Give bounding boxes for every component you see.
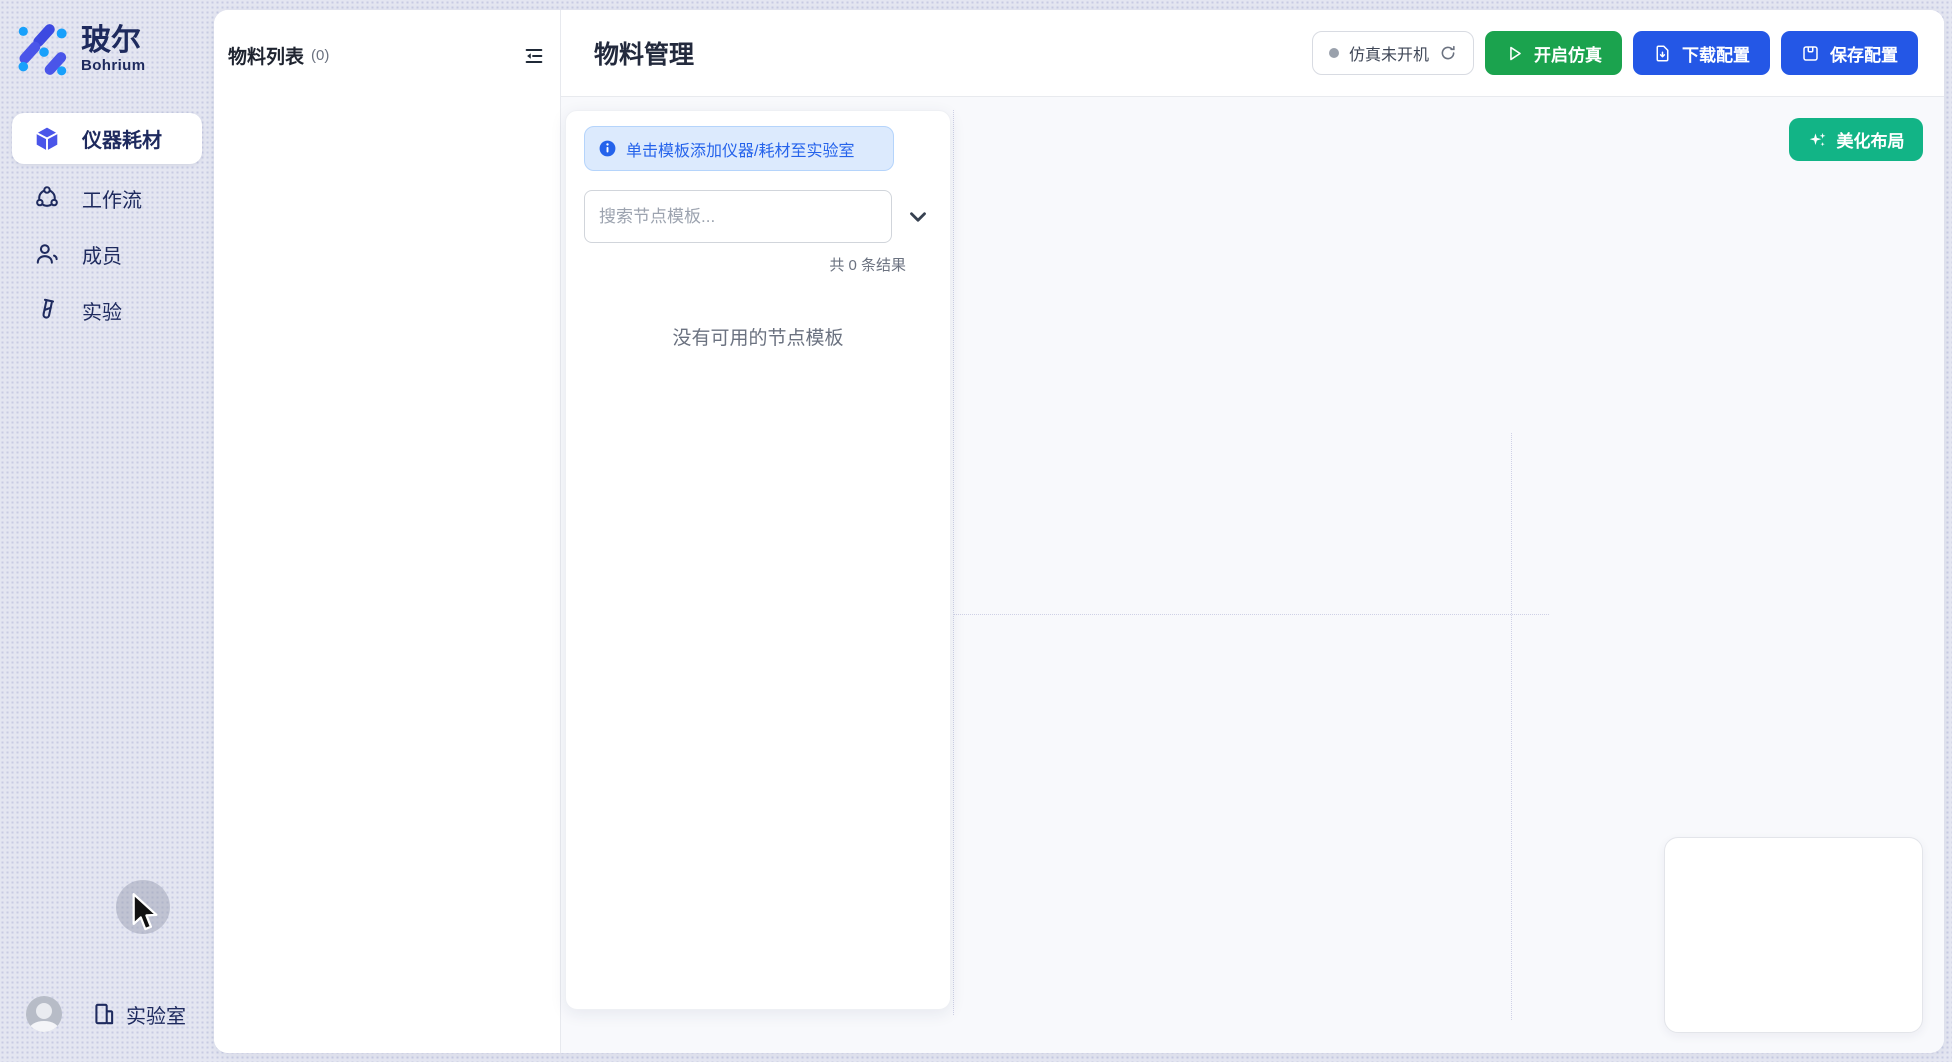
experiment-icon <box>32 295 63 326</box>
chevron-down-icon[interactable] <box>905 204 931 230</box>
simulation-status-label: 仿真未开机 <box>1349 41 1429 65</box>
info-icon <box>598 139 617 158</box>
workflow-canvas: 单击模板添加仪器/耗材至实验室 共 0 条结果 没有可用的节点模板 <box>561 97 1944 1053</box>
brand-logo: 玻尔 Bohrium <box>0 0 214 77</box>
sidebar-nav: 仪器耗材 工作流 成员 <box>0 113 214 332</box>
mouse-cursor <box>128 892 162 936</box>
save-config-label: 保存配置 <box>1830 41 1898 66</box>
sidebar-item-experiments[interactable]: 实验 <box>12 288 202 332</box>
material-list-count: (0) <box>311 47 329 64</box>
template-search-row <box>584 190 932 243</box>
sidebar: 玻尔 Bohrium 仪器耗材 工作流 <box>0 0 214 1062</box>
content-header: 物料管理 仿真未开机 开启仿真 <box>561 10 1944 97</box>
start-simulation-button[interactable]: 开启仿真 <box>1485 31 1622 75</box>
result-count: 共 0 条结果 <box>584 254 906 275</box>
file-download-icon <box>1653 44 1672 63</box>
members-icon <box>34 241 60 267</box>
simulation-status-pill[interactable]: 仿真未开机 <box>1312 31 1474 75</box>
sidebar-item-label: 工作流 <box>82 184 142 213</box>
page: 玻尔 Bohrium 仪器耗材 工作流 <box>0 0 1952 1062</box>
sidebar-item-workflow[interactable]: 工作流 <box>12 176 202 220</box>
save-icon <box>1801 44 1820 63</box>
material-list-title: 物料列表 <box>228 42 304 69</box>
page-title: 物料管理 <box>594 35 694 71</box>
cube-icon <box>34 126 60 152</box>
refresh-icon[interactable] <box>1439 44 1457 62</box>
content-area: 物料管理 仿真未开机 开启仿真 <box>561 10 1944 1053</box>
empty-state-text: 没有可用的节点模板 <box>584 323 932 350</box>
sidebar-item-label: 仪器耗材 <box>82 124 162 153</box>
download-config-label: 下载配置 <box>1682 41 1750 66</box>
template-search-input[interactable] <box>584 190 892 243</box>
canvas-guide-vertical-left <box>953 110 954 1015</box>
canvas-guide-vertical-right <box>1511 433 1512 1020</box>
sidebar-item-instruments[interactable]: 仪器耗材 <box>12 113 202 164</box>
bohrium-logo-icon <box>15 21 71 77</box>
node-template-panel: 单击模板添加仪器/耗材至实验室 共 0 条结果 没有可用的节点模板 <box>565 110 951 1010</box>
brand-name-zh: 玻尔 <box>81 24 145 57</box>
play-icon <box>1505 44 1524 63</box>
collapse-panel-icon[interactable] <box>523 45 545 67</box>
main-card: 物料列表 (0) 物料管理 仿真未开机 <box>214 10 1944 1053</box>
sidebar-item-members[interactable]: 成员 <box>12 232 202 276</box>
canvas-guide-horizontal <box>953 614 1549 615</box>
minimap[interactable] <box>1664 837 1923 1033</box>
lab-switcher[interactable]: 实验室 <box>91 1000 186 1029</box>
beautify-layout-button[interactable]: 美化布局 <box>1789 118 1923 161</box>
lab-building-icon <box>91 1001 117 1027</box>
material-list-header: 物料列表 (0) <box>214 10 560 69</box>
sidebar-footer: 实验室 <box>0 982 214 1046</box>
info-banner-text: 单击模板添加仪器/耗材至实验室 <box>626 137 854 161</box>
workflow-icon <box>34 185 60 211</box>
status-dot-icon <box>1329 48 1339 58</box>
download-config-button[interactable]: 下载配置 <box>1633 31 1770 75</box>
start-simulation-label: 开启仿真 <box>1534 41 1602 66</box>
info-banner: 单击模板添加仪器/耗材至实验室 <box>584 126 894 171</box>
sidebar-item-label: 成员 <box>82 240 122 269</box>
brand-name-en: Bohrium <box>81 57 145 74</box>
user-avatar[interactable] <box>26 996 62 1032</box>
lab-switcher-label: 实验室 <box>126 1000 186 1029</box>
beautify-layout-label: 美化布局 <box>1837 127 1905 152</box>
sparkles-icon <box>1808 130 1828 150</box>
header-actions: 仿真未开机 开启仿真 <box>1312 31 1918 75</box>
save-config-button[interactable]: 保存配置 <box>1781 31 1918 75</box>
material-list-panel: 物料列表 (0) <box>214 10 561 1053</box>
sidebar-item-label: 实验 <box>82 296 122 325</box>
